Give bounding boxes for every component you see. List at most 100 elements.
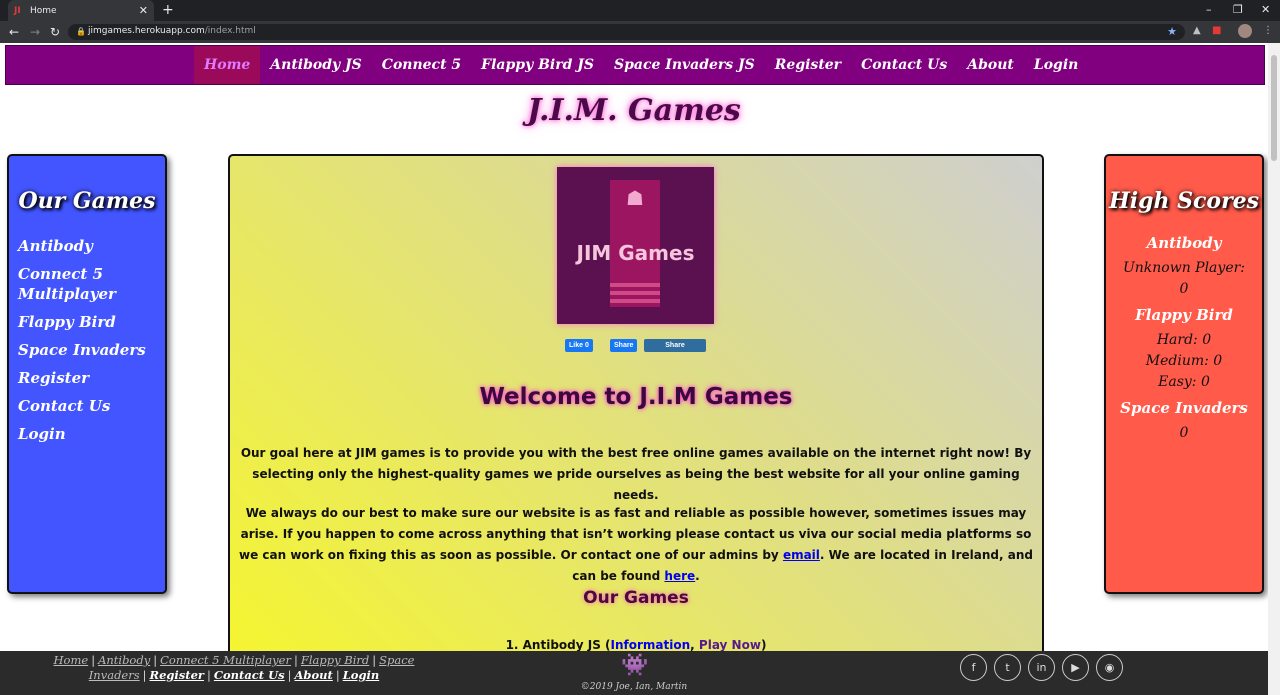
browser-tab[interactable]: JI Home ✕ bbox=[8, 0, 154, 21]
game-title: 1. Antibody JS ( bbox=[505, 638, 611, 652]
reload-icon[interactable]: ↻ bbox=[50, 25, 60, 39]
game-play-now-link[interactable]: Play Now bbox=[699, 638, 761, 652]
sidebar-item-contact-us[interactable]: Contact Us bbox=[18, 396, 165, 416]
extension-icon[interactable]: ■ bbox=[1212, 25, 1221, 36]
github-icon[interactable]: ◉ bbox=[1096, 654, 1123, 681]
contact-text: . bbox=[695, 569, 700, 583]
footer-link-connect5[interactable]: Connect 5 Multiplayer bbox=[160, 653, 291, 667]
footer-separator: | bbox=[91, 653, 96, 667]
sidebar-item-login[interactable]: Login bbox=[18, 424, 165, 444]
bookmark-star-icon[interactable]: ★ bbox=[1167, 25, 1177, 38]
forward-arrow-icon[interactable]: → bbox=[30, 25, 40, 39]
score-value: 0 bbox=[1179, 425, 1189, 441]
space-invader-icon: 👾 bbox=[621, 653, 649, 678]
sidebar-item-space-invaders[interactable]: Space Invaders bbox=[18, 340, 165, 360]
footer-links: Home | Antibody | Connect 5 Multiplayer | Flap… bbox=[44, 653, 424, 683]
drive-extension-icon[interactable]: ▲ bbox=[1193, 25, 1201, 36]
nav-flappy-bird[interactable]: Flappy Bird JS bbox=[471, 46, 604, 84]
sidebar-item-connect5[interactable]: Connect 5 Multiplayer bbox=[18, 264, 165, 304]
footer-separator: | bbox=[287, 668, 292, 682]
logo-bar bbox=[610, 299, 660, 303]
nav-connect5[interactable]: Connect 5 bbox=[372, 46, 471, 84]
site-favicon-icon: JI bbox=[14, 5, 21, 16]
intro-paragraph: Our goal here at JIM games is to provide… bbox=[240, 446, 1032, 502]
game-list-item: 1. Antibody JS (Information, Play Now) bbox=[230, 638, 1042, 652]
facebook-like-button[interactable]: Like 0 bbox=[565, 339, 593, 352]
nav-antibody[interactable]: Antibody JS bbox=[260, 46, 372, 84]
url-field[interactable]: 🔒 jimgames.herokuapp.com/index.html ★ bbox=[68, 24, 1185, 40]
sidebar-item-flappy-bird[interactable]: Flappy Bird bbox=[18, 312, 165, 332]
footer-link-login[interactable]: Login bbox=[343, 668, 380, 682]
high-scores-heading: High Scores bbox=[1108, 188, 1260, 214]
nav-list: Home Antibody JS Connect 5 Flappy Bird J… bbox=[194, 46, 1088, 84]
footer: Home | Antibody | Connect 5 Multiplayer | Flap… bbox=[0, 651, 1268, 695]
game-information-link[interactable]: Information bbox=[611, 638, 691, 652]
tab-close-icon[interactable]: ✕ bbox=[139, 4, 148, 17]
nav-home[interactable]: Home bbox=[194, 46, 261, 84]
score-game-flappy-bird: Flappy Bird bbox=[1135, 306, 1233, 324]
our-games-heading: Our Games bbox=[18, 188, 156, 214]
footer-link-register[interactable]: Register bbox=[150, 668, 204, 682]
score-game-space-invaders: Space Invaders bbox=[1120, 399, 1248, 417]
address-bar: ← → ↻ 🔒 jimgames.herokuapp.com/index.htm… bbox=[0, 21, 1280, 43]
copyright-text: ©2019 Joe, Ian, Martin bbox=[580, 682, 688, 692]
footer-link-antibody[interactable]: Antibody bbox=[98, 653, 150, 667]
profile-avatar[interactable] bbox=[1238, 24, 1252, 38]
welcome-heading: Welcome to J.I.M Games bbox=[479, 384, 793, 410]
nav-register[interactable]: Register bbox=[765, 46, 851, 84]
menu-icon[interactable]: ⋮ bbox=[1263, 25, 1273, 36]
scrollbar-thumb[interactable] bbox=[1271, 55, 1277, 161]
our-games-panel: Our Games Antibody Connect 5 Multiplayer… bbox=[7, 154, 167, 594]
linkedin-icon[interactable]: in bbox=[1028, 654, 1055, 681]
lock-icon: 🔒 bbox=[76, 27, 86, 36]
new-tab-button[interactable]: + bbox=[162, 2, 174, 18]
footer-link-contact-us[interactable]: Contact Us bbox=[214, 668, 285, 682]
game-suffix: ) bbox=[760, 638, 767, 652]
score-medium: Medium: 0 bbox=[1145, 353, 1223, 369]
footer-link-home[interactable]: Home bbox=[54, 653, 89, 667]
tab-title: Home bbox=[30, 5, 57, 16]
twitter-icon[interactable]: t bbox=[994, 654, 1021, 681]
sidebar-item-antibody[interactable]: Antibody bbox=[18, 236, 165, 256]
footer-separator: | bbox=[142, 668, 147, 682]
footer-separator: | bbox=[153, 653, 158, 667]
game-separator: , bbox=[690, 638, 699, 652]
site-title: J.I.M. Games bbox=[527, 93, 741, 128]
footer-separator: | bbox=[293, 653, 298, 667]
footer-link-about[interactable]: About bbox=[295, 668, 333, 682]
linkedin-share-button[interactable]: Share bbox=[644, 339, 706, 352]
nav-space-invaders[interactable]: Space Invaders JS bbox=[604, 46, 765, 84]
footer-separator: | bbox=[206, 668, 211, 682]
nav-contact-us[interactable]: Contact Us bbox=[851, 46, 957, 84]
logo-text: JIM Games bbox=[576, 241, 695, 265]
logo-bar bbox=[610, 283, 660, 287]
nav-login[interactable]: Login bbox=[1024, 46, 1088, 84]
email-link[interactable]: email bbox=[783, 548, 820, 562]
sidebar-item-register[interactable]: Register bbox=[18, 368, 165, 388]
nav-about[interactable]: About bbox=[957, 46, 1024, 84]
logo-bar bbox=[610, 291, 660, 295]
score-game-antibody: Antibody bbox=[1146, 234, 1222, 252]
score-easy: Easy: 0 bbox=[1158, 374, 1210, 390]
page-scrollbar[interactable] bbox=[1268, 43, 1280, 695]
location-link[interactable]: here bbox=[664, 569, 695, 583]
window-close-button[interactable]: ✕ bbox=[1261, 3, 1270, 16]
youtube-icon[interactable]: ▶ bbox=[1062, 654, 1089, 681]
score-player: Unknown Player: bbox=[1122, 260, 1246, 276]
our-games-subheading: Our Games bbox=[583, 588, 689, 608]
restore-button[interactable]: ❐ bbox=[1233, 3, 1243, 16]
footer-separator: | bbox=[335, 668, 340, 682]
jim-games-logo: ☗ JIM Games bbox=[557, 167, 714, 324]
back-arrow-icon[interactable]: ← bbox=[9, 25, 19, 39]
url-text: jimgames.herokuapp.com/index.html bbox=[88, 26, 256, 36]
main-content: ☗ JIM Games Like 0 Share Share Welcome t… bbox=[228, 154, 1044, 695]
top-navbar: Home Antibody JS Connect 5 Flappy Bird J… bbox=[5, 45, 1265, 85]
score-hard: Hard: 0 bbox=[1156, 332, 1212, 348]
minimize-button[interactable]: – bbox=[1206, 3, 1212, 16]
facebook-share-button[interactable]: Share bbox=[610, 339, 638, 352]
footer-link-flappy-bird[interactable]: Flappy Bird bbox=[301, 653, 369, 667]
browser-tab-bar: JI Home ✕ + – ❐ ✕ bbox=[0, 0, 1280, 21]
our-games-list: Antibody Connect 5 Multiplayer Flappy Bi… bbox=[9, 236, 165, 444]
facebook-icon[interactable]: f bbox=[960, 654, 987, 681]
robot-icon: ☗ bbox=[626, 186, 644, 210]
